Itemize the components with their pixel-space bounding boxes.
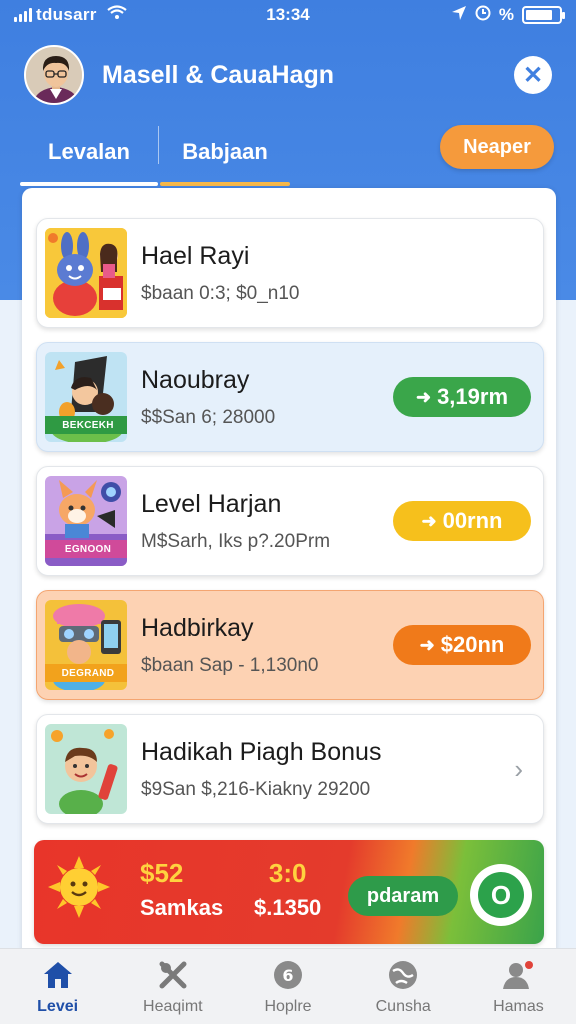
boy-thumbnail bbox=[45, 724, 127, 814]
tab-levalan[interactable]: Levalan bbox=[20, 118, 158, 186]
fox-thumbnail: EGNOON bbox=[45, 476, 127, 566]
list-item[interactable]: Hadikah Piagh Bonus $9San $,216-Kiakny 2… bbox=[36, 714, 544, 824]
nav-label: Heaqimt bbox=[143, 997, 203, 1015]
promo-label: $.1350 bbox=[254, 895, 322, 920]
thumbnail-banner: EGNOON bbox=[45, 540, 127, 558]
chevron-right-icon[interactable]: › bbox=[514, 754, 523, 785]
list-item[interactable]: BEKCEKH Naoubray $$San 6; 28000 ➜ 3,19rm bbox=[36, 342, 544, 452]
thumbnail-banner: BEKCEKH bbox=[45, 416, 127, 434]
thumbnail-banner: DEGRAND bbox=[45, 664, 127, 682]
crossed-tools-icon bbox=[156, 958, 190, 992]
alarm-icon bbox=[475, 5, 491, 26]
bunny-thumbnail bbox=[45, 228, 127, 318]
card-subtitle: $9San $,216-Kiakny 29200 bbox=[141, 778, 371, 800]
card-title: Hadikah Piagh Bonus bbox=[141, 737, 382, 766]
sun-mascot-icon bbox=[48, 856, 110, 918]
reward-pill[interactable]: ➜ 00rnn bbox=[393, 501, 531, 541]
status-bar: tdusarr 13:34 % bbox=[0, 0, 576, 30]
profile-name: Masell & CauaHagn bbox=[102, 60, 335, 89]
card-subtitle: $baan 0:3; $0_n10 bbox=[141, 282, 300, 304]
wifi-icon bbox=[106, 5, 127, 25]
arrow-right-icon: ➜ bbox=[421, 510, 437, 531]
promo-circle-button[interactable]: O bbox=[470, 864, 532, 926]
card-subtitle: $$San 6; 28000 bbox=[141, 406, 276, 428]
promo-amount: $52 bbox=[140, 858, 184, 888]
list-item[interactable]: DEGRAND Hadbirkay $baan Sap - 1,130n0 ➜ … bbox=[36, 590, 544, 700]
card-subtitle: $baan Sap - 1,130n0 bbox=[141, 654, 319, 676]
tab-underline-active bbox=[160, 182, 290, 186]
card-title: Hael Rayi bbox=[141, 241, 250, 270]
close-icon: ✕ bbox=[522, 61, 544, 89]
tab-underline bbox=[20, 182, 158, 186]
reward-pill[interactable]: ➜ 3,19rm bbox=[393, 377, 531, 417]
tab-label: Babjaan bbox=[182, 139, 268, 164]
promo-right: 3:0 $.1350 bbox=[254, 858, 321, 921]
promo-amount: 3:0 bbox=[268, 858, 307, 888]
nav-item-levei[interactable]: Levei bbox=[0, 949, 115, 1024]
promo-left: $52 Samkas bbox=[140, 858, 223, 921]
nav-label: Hamas bbox=[493, 997, 544, 1015]
profile-icon bbox=[501, 958, 535, 992]
svg-text:6: 6 bbox=[282, 966, 293, 985]
tab-bar: Levalan Babjaan Neaper bbox=[20, 118, 556, 188]
nav-item-hamas[interactable]: Hamas bbox=[461, 949, 576, 1024]
promo-label: Samkas bbox=[140, 895, 224, 920]
pill-label: 00rnn bbox=[442, 508, 503, 533]
battery-icon bbox=[522, 6, 565, 24]
carrier-name: tdusarr bbox=[36, 5, 97, 24]
promo-button[interactable]: pdaram bbox=[348, 876, 458, 916]
promo-banner[interactable]: $52 Samkas 3:0 $.1350 pdaram O bbox=[34, 840, 544, 944]
list-item[interactable]: EGNOON Level Harjan M$Sarh, Iks p?.20Prm… bbox=[36, 466, 544, 576]
bottom-nav: Levei Heaqimt 6 Hoplre Cunsha Hamas bbox=[0, 948, 576, 1024]
nav-label: Hoplre bbox=[264, 997, 312, 1015]
signal-icon bbox=[14, 8, 32, 22]
globe-icon bbox=[386, 958, 420, 992]
nav-item-cunsha[interactable]: Cunsha bbox=[346, 949, 461, 1024]
coin-icon: 6 bbox=[271, 958, 305, 992]
profile-header: Masell & CauaHagn ✕ bbox=[24, 44, 552, 106]
reward-pill[interactable]: ➜ $20nn bbox=[393, 625, 531, 665]
arrow-right-icon: ➜ bbox=[415, 386, 432, 407]
card-title: Naoubray bbox=[141, 365, 250, 394]
pill-label: 3,19rm bbox=[437, 384, 509, 409]
nav-item-hoplre[interactable]: 6 Hoplre bbox=[230, 949, 345, 1024]
tab-babjaan[interactable]: Babjaan bbox=[160, 118, 290, 186]
kid-thumbnail: DEGRAND bbox=[45, 600, 127, 690]
neaper-button[interactable]: Neaper bbox=[440, 125, 554, 169]
list-item[interactable]: Hael Rayi $baan 0:3; $0_n10 bbox=[36, 218, 544, 328]
tab-divider bbox=[158, 126, 159, 164]
promo-circle-label: O bbox=[478, 872, 524, 918]
location-icon bbox=[451, 5, 467, 26]
tab-label: Levalan bbox=[48, 139, 130, 164]
nav-item-heaqimt[interactable]: Heaqimt bbox=[115, 949, 230, 1024]
nav-label: Cunsha bbox=[375, 997, 431, 1015]
card-subtitle: M$Sarh, Iks p?.20Prm bbox=[141, 530, 331, 552]
avatar[interactable] bbox=[24, 45, 84, 105]
battery-percent: % bbox=[498, 5, 514, 24]
pill-label: $20nn bbox=[440, 632, 505, 657]
character-thumbnail: BEKCEKH bbox=[45, 352, 127, 442]
close-button[interactable]: ✕ bbox=[514, 56, 552, 94]
card-title: Level Harjan bbox=[141, 489, 282, 518]
arrow-right-icon: ➜ bbox=[419, 634, 435, 655]
home-icon bbox=[41, 958, 75, 992]
card-title: Hadbirkay bbox=[141, 613, 254, 642]
content-panel: Hael Rayi $baan 0:3; $0_n10 BEKCEKH Naou… bbox=[22, 188, 556, 958]
nav-label: Levei bbox=[37, 997, 79, 1015]
